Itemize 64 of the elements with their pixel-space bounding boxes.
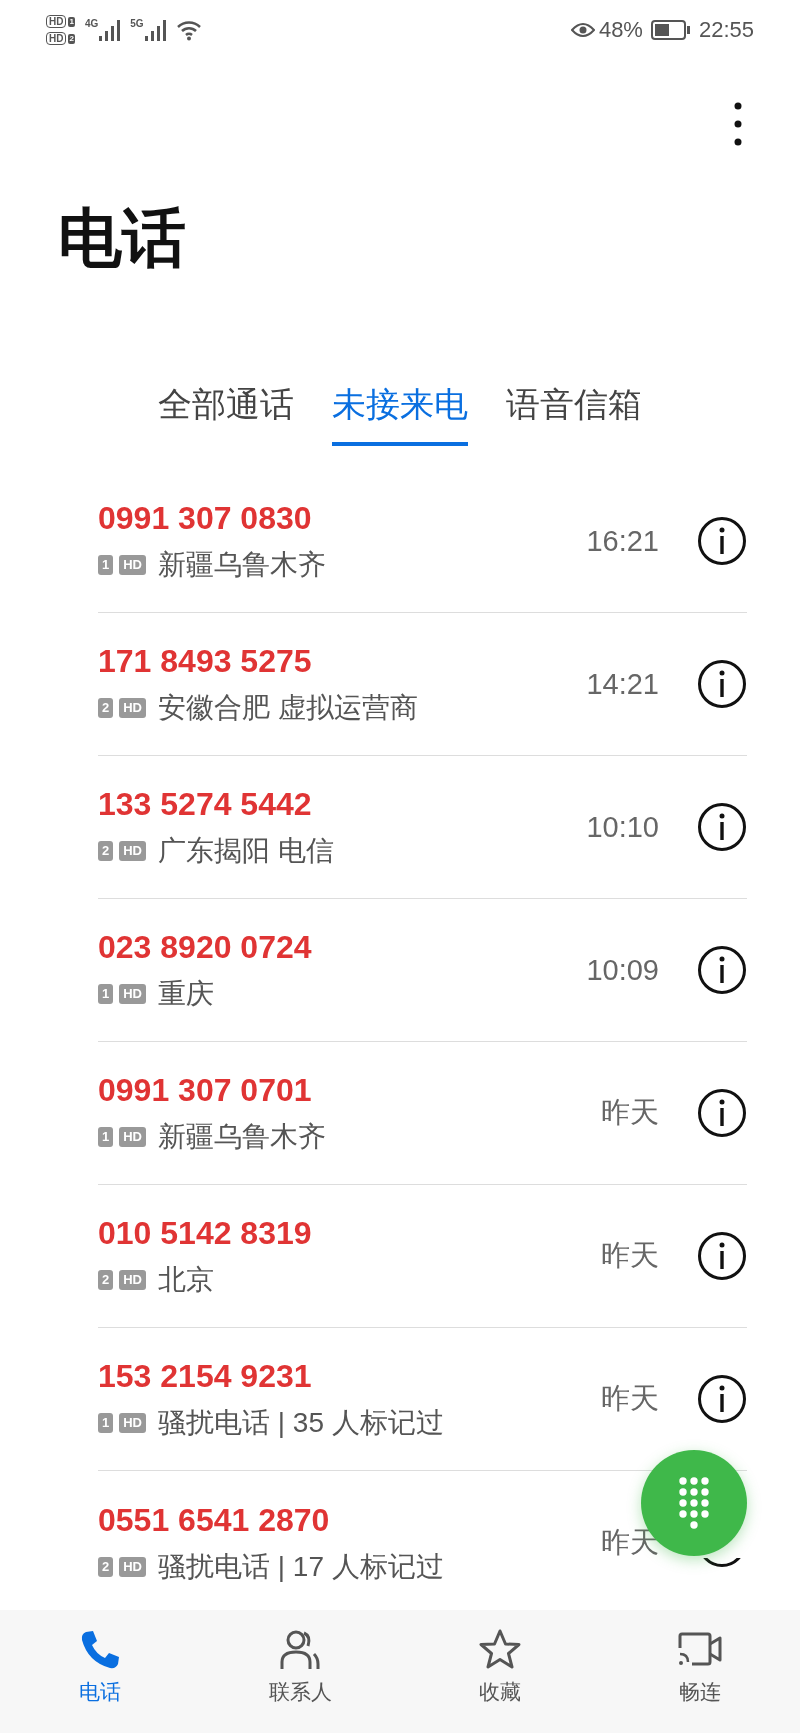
call-time: 昨天 <box>600 1095 659 1130</box>
signal-icon <box>143 19 168 41</box>
phone-number: 153 2154 9231 <box>98 1358 313 1394</box>
sim-badge: 1 <box>98 1127 114 1147</box>
nav-tab[interactable]: 电话 <box>35 1610 165 1733</box>
caller-location: 骚扰电话 | 35 人标记过 <box>158 1406 444 1440</box>
tab[interactable]: 全部通话 <box>158 374 294 446</box>
sim-number: 2 <box>68 33 75 44</box>
phone-number: 010 5142 8319 <box>98 1215 313 1251</box>
battery-percent: 48% <box>598 17 643 43</box>
nav-tab[interactable]: 收藏 <box>435 1610 565 1733</box>
clock-time: 22:55 <box>698 17 754 43</box>
call-time: 10:09 <box>585 953 659 987</box>
caller-location: 广东揭阳 电信 <box>158 834 334 868</box>
call-time: 16:21 <box>585 524 659 558</box>
phone-number: 023 8920 0724 <box>98 929 313 965</box>
caller-location: 安徽合肥 虚拟运营商 <box>158 691 418 725</box>
tab[interactable]: 未接来电 <box>332 374 468 446</box>
eye-icon <box>570 22 595 38</box>
phone-number: 133 5274 5442 <box>98 786 313 822</box>
sim-badge: 2 <box>98 841 114 861</box>
tab[interactable]: 语音信箱 <box>506 374 642 446</box>
phone-number: 0991 307 0830 <box>98 500 313 536</box>
hd-badge: HD <box>119 1556 146 1577</box>
hd-badge: HD <box>119 841 146 861</box>
more-icon <box>734 100 742 148</box>
hd-badge: HD <box>119 698 146 718</box>
hd-badge: HD <box>119 1270 146 1290</box>
hd-label: HD <box>46 15 67 28</box>
phone-number: 171 8493 5275 <box>98 643 313 679</box>
sim-badge: 1 <box>98 1413 114 1433</box>
hd-badge: HD <box>119 1413 146 1433</box>
wifi-icon <box>175 19 202 41</box>
hd-label: HD <box>46 32 67 45</box>
caller-location: 北京 <box>158 1263 214 1297</box>
battery-icon <box>650 20 691 40</box>
phone-number: 0991 307 0701 <box>98 1072 313 1108</box>
call-time: 昨天 <box>600 1524 659 1560</box>
hd-badge: HD <box>119 984 146 1004</box>
sim-badge: 2 <box>98 1270 114 1290</box>
network-type: 4G <box>84 19 99 29</box>
signal-icon <box>98 19 123 41</box>
phone-number: 0551 6541 2870 <box>98 1501 331 1538</box>
caller-location: 重庆 <box>158 977 214 1011</box>
sim-number: 1 <box>68 16 75 27</box>
caller-location: 新疆乌鲁木齐 <box>158 548 326 582</box>
call-time: 14:21 <box>585 667 659 701</box>
nav-tab[interactable]: 联系人 <box>235 1610 365 1733</box>
sim-badge: 1 <box>98 555 114 575</box>
network-type: 5G <box>130 19 144 29</box>
sim-badge: 2 <box>98 698 114 718</box>
hd-badge: HD <box>119 1127 146 1147</box>
caller-location: 骚扰电话 | 17 人标记过 <box>158 1549 444 1584</box>
dialpad-icon <box>678 1476 710 1530</box>
sim-badge: 2 <box>98 1556 114 1577</box>
contacts-icon <box>278 1628 322 1672</box>
hd-badge: HD <box>119 555 146 575</box>
page-title: 电话 <box>58 201 187 276</box>
call-time: 昨天 <box>600 1381 659 1416</box>
call-time: 10:10 <box>585 810 659 844</box>
call-time: 昨天 <box>600 1238 659 1273</box>
sim-badge: 1 <box>98 984 114 1004</box>
nav-tab[interactable]: 畅连 <box>635 1610 765 1733</box>
caller-location: 新疆乌鲁木齐 <box>158 1120 326 1154</box>
